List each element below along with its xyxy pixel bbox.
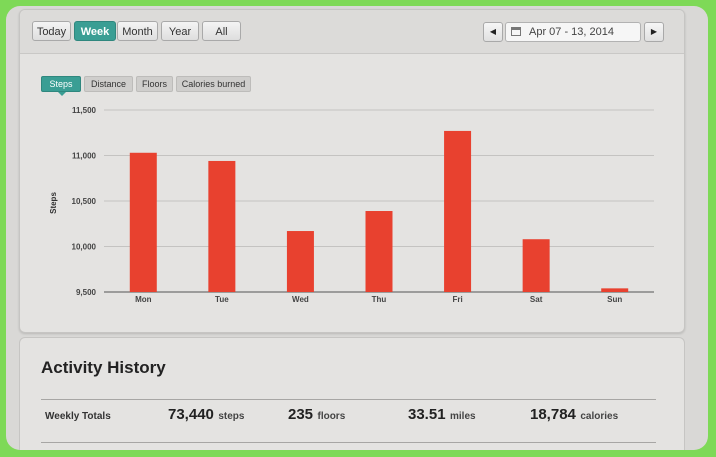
y-axis-label: Steps: [49, 192, 58, 214]
total-miles-unit: miles: [450, 411, 476, 422]
x-tick-label: Tue: [215, 295, 229, 304]
x-tick-label: Sat: [530, 295, 543, 304]
bar-thu[interactable]: [365, 211, 393, 292]
bar-wed[interactable]: [286, 231, 314, 292]
prev-week-button[interactable]: ◀: [483, 22, 503, 42]
bar-sun[interactable]: [601, 288, 629, 292]
chart-card: Today Week Month Year All ◀ Apr 07 - 13,…: [19, 9, 685, 333]
divider: [41, 442, 656, 443]
total-steps: 73,440 steps: [168, 406, 244, 424]
activity-history-card: Activity History Weekly Totals 73,440 st…: [19, 337, 685, 450]
total-miles: 33.51 miles: [408, 406, 476, 424]
range-year-button[interactable]: Year: [161, 21, 199, 41]
toolbar: Today Week Month Year All ◀ Apr 07 - 13,…: [20, 10, 684, 54]
range-week-button[interactable]: Week: [74, 21, 116, 41]
range-month-button[interactable]: Month: [117, 21, 158, 41]
date-range-picker[interactable]: Apr 07 - 13, 2014: [505, 22, 641, 42]
calendar-icon: [511, 27, 521, 36]
x-tick-label: Fri: [452, 295, 462, 304]
x-tick-label: Mon: [135, 295, 152, 304]
weekly-totals-label: Weekly Totals: [45, 411, 111, 422]
bar-mon[interactable]: [129, 152, 157, 292]
bar-sat[interactable]: [522, 239, 550, 292]
bar-fri[interactable]: [444, 130, 472, 292]
next-week-button[interactable]: ▶: [644, 22, 664, 42]
range-today-button[interactable]: Today: [32, 21, 71, 41]
x-tick-label: Wed: [292, 295, 309, 304]
y-tick-label: 11,500: [72, 106, 97, 115]
total-calories-unit: calories: [580, 411, 619, 422]
tab-floors[interactable]: Floors: [136, 76, 173, 92]
section-title: Activity History: [41, 358, 166, 377]
total-floors-unit: floors: [317, 411, 346, 422]
bar-tue[interactable]: [208, 160, 236, 292]
total-steps-unit: steps: [218, 411, 245, 422]
total-calories: 18,784 calories: [530, 406, 618, 424]
y-tick-label: 10,000: [72, 243, 97, 252]
total-floors: 235 floors: [288, 406, 345, 424]
range-all-button[interactable]: All: [202, 21, 241, 41]
date-range-text: Apr 07 - 13, 2014: [529, 26, 615, 38]
triangle-left-icon: ◀: [489, 27, 497, 36]
tab-distance[interactable]: Distance: [84, 76, 133, 92]
app-frame: Today Week Month Year All ◀ Apr 07 - 13,…: [6, 6, 708, 450]
divider: [41, 399, 656, 400]
total-floors-value: 235: [288, 406, 314, 423]
tab-steps[interactable]: Steps: [41, 76, 81, 96]
y-tick-label: 9,500: [76, 288, 97, 297]
y-tick-label: 10,500: [72, 197, 97, 206]
y-tick-label: 11,000: [72, 152, 97, 161]
x-tick-label: Sun: [607, 295, 622, 304]
steps-bar-chart: 9,500 10,000 10,500 11,000 11,500 Mon Tue Wed T…: [49, 106, 654, 304]
triangle-right-icon: ▶: [650, 27, 658, 36]
total-miles-value: 33.51: [408, 406, 446, 423]
total-steps-value: 73,440: [168, 406, 214, 423]
x-tick-label: Thu: [372, 295, 387, 304]
total-calories-value: 18,784: [530, 406, 576, 423]
tab-calories-burned[interactable]: Calories burned: [176, 76, 251, 92]
